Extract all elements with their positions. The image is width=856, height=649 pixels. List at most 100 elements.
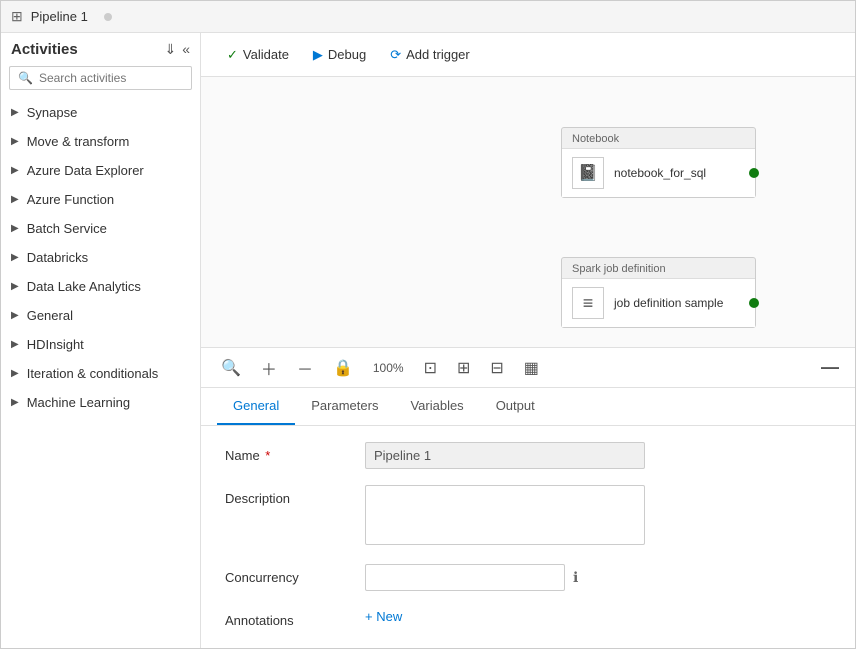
annotations-label: Annotations bbox=[225, 607, 365, 628]
status-dot bbox=[749, 168, 759, 178]
tab-parameters[interactable]: Parameters bbox=[295, 388, 394, 425]
concurrency-input[interactable] bbox=[365, 564, 565, 591]
sidebar-header: Activities ⇓ « bbox=[1, 33, 200, 66]
annotations-row: Annotations + New bbox=[225, 607, 831, 628]
sidebar-item-label: Data Lake Analytics bbox=[27, 279, 141, 294]
sidebar-item-iteration-conditionals[interactable]: ▶ Iteration & conditionals bbox=[1, 359, 200, 388]
description-label: Description bbox=[225, 485, 365, 506]
unsaved-dot bbox=[104, 13, 112, 21]
card-name: job definition sample bbox=[614, 296, 723, 310]
chevron-icon: ▶ bbox=[11, 339, 19, 350]
sidebar: Activities ⇓ « 🔍 ▶ Synapse ▶ Move & tran… bbox=[1, 33, 201, 648]
sidebar-title: Activities bbox=[11, 41, 78, 58]
minimize-icon[interactable]: — bbox=[821, 357, 839, 378]
trigger-icon: ⟳ bbox=[390, 47, 401, 63]
chevron-icon: ▶ bbox=[11, 281, 19, 292]
remove-icon[interactable]: － bbox=[293, 352, 317, 384]
sidebar-item-batch-service[interactable]: ▶ Batch Service bbox=[1, 214, 200, 243]
sidebar-item-machine-learning[interactable]: ▶ Machine Learning bbox=[1, 388, 200, 417]
search-canvas-icon[interactable]: 🔍 bbox=[217, 354, 245, 382]
pipeline-toolbar: ✓ Validate ▶ Debug ⟳ Add trigger bbox=[201, 33, 855, 77]
chevron-icon: ▶ bbox=[11, 368, 19, 379]
card-label: Spark job definition bbox=[562, 258, 755, 278]
status-dot bbox=[749, 298, 759, 308]
add-icon[interactable]: ＋ bbox=[257, 352, 281, 384]
sidebar-item-azure-data-explorer[interactable]: ▶ Azure Data Explorer bbox=[1, 156, 200, 185]
new-annotation-button[interactable]: + New bbox=[365, 607, 402, 626]
sidebar-item-label: Move & transform bbox=[27, 134, 130, 149]
pipeline-title: Pipeline 1 bbox=[31, 9, 88, 24]
name-row: Name * bbox=[225, 442, 831, 469]
pipeline-canvas[interactable]: Notebook 📓 notebook_for_sql Spark job de… bbox=[201, 77, 855, 348]
chevron-icon: ▶ bbox=[11, 107, 19, 118]
name-input-wrapper bbox=[365, 442, 645, 469]
sidebar-item-label: HDInsight bbox=[27, 337, 84, 352]
title-bar: ⊞ Pipeline 1 bbox=[1, 1, 855, 33]
sidebar-item-synapse[interactable]: ▶ Synapse bbox=[1, 98, 200, 127]
required-star: * bbox=[262, 448, 271, 463]
bottom-panel: General Parameters Variables Output Name… bbox=[201, 388, 855, 648]
description-textarea-wrapper bbox=[365, 485, 645, 548]
sidebar-item-label: Azure Function bbox=[27, 192, 114, 207]
search-input[interactable] bbox=[39, 71, 183, 85]
sidebar-item-label: Machine Learning bbox=[27, 395, 130, 410]
tab-variables[interactable]: Variables bbox=[394, 388, 479, 425]
name-input[interactable] bbox=[365, 442, 645, 469]
zoom-fit-icon[interactable]: ⊡ bbox=[420, 354, 441, 382]
notebook-icon: 📓 bbox=[572, 157, 604, 189]
sidebar-item-general[interactable]: ▶ General bbox=[1, 301, 200, 330]
chevron-icon: ▶ bbox=[11, 194, 19, 205]
sidebar-item-hdinsight[interactable]: ▶ HDInsight bbox=[1, 330, 200, 359]
card-name: notebook_for_sql bbox=[614, 166, 706, 180]
layout-icon[interactable]: ⊟ bbox=[486, 354, 507, 382]
canvas-area: ✓ Validate ▶ Debug ⟳ Add trigger Noteboo… bbox=[201, 33, 855, 648]
chevron-icon: ▶ bbox=[11, 136, 19, 147]
activity-list: ▶ Synapse ▶ Move & transform ▶ Azure Dat… bbox=[1, 98, 200, 648]
spark-icon: ≡ bbox=[572, 287, 604, 319]
search-icon: 🔍 bbox=[18, 71, 33, 85]
sidebar-item-label: Synapse bbox=[27, 105, 78, 120]
card-body: ≡ job definition sample bbox=[562, 278, 755, 327]
tab-general[interactable]: General bbox=[217, 388, 295, 425]
search-box[interactable]: 🔍 bbox=[9, 66, 192, 90]
panel-content: Name * Description bbox=[201, 426, 855, 648]
description-row: Description bbox=[225, 485, 831, 548]
fit-icon[interactable]: 100% bbox=[369, 357, 408, 379]
canvas-toolbar: 🔍 ＋ － 🔒 100% ⊡ ⊞ ⊟ ▦ — bbox=[201, 348, 855, 388]
sidebar-item-databricks[interactable]: ▶ Databricks bbox=[1, 243, 200, 272]
debug-icon: ▶ bbox=[313, 47, 323, 63]
grid-icon[interactable]: ▦ bbox=[520, 354, 543, 382]
chevron-icon: ▶ bbox=[11, 310, 19, 321]
debug-button[interactable]: ▶ Debug bbox=[303, 42, 376, 68]
sidebar-item-azure-function[interactable]: ▶ Azure Function bbox=[1, 185, 200, 214]
collapse-icon[interactable]: « bbox=[182, 41, 190, 58]
spark-card[interactable]: Spark job definition ≡ job definition sa… bbox=[561, 257, 756, 328]
sidebar-controls[interactable]: ⇓ « bbox=[164, 41, 190, 58]
add-trigger-button[interactable]: ⟳ Add trigger bbox=[380, 42, 480, 68]
concurrency-row: Concurrency ℹ bbox=[225, 564, 831, 591]
lock-icon[interactable]: 🔒 bbox=[329, 354, 357, 382]
validate-button[interactable]: ✓ Validate bbox=[217, 42, 299, 68]
chevron-icon: ▶ bbox=[11, 252, 19, 263]
sidebar-item-label: General bbox=[27, 308, 73, 323]
pipeline-icon: ⊞ bbox=[11, 8, 23, 25]
info-icon: ℹ bbox=[573, 569, 578, 586]
sidebar-item-label: Iteration & conditionals bbox=[27, 366, 159, 381]
select-icon[interactable]: ⊞ bbox=[453, 354, 474, 382]
chevron-icon: ▶ bbox=[11, 165, 19, 176]
sidebar-item-label: Batch Service bbox=[27, 221, 107, 236]
sidebar-item-move-transform[interactable]: ▶ Move & transform bbox=[1, 127, 200, 156]
card-body: 📓 notebook_for_sql bbox=[562, 148, 755, 197]
sidebar-item-label: Databricks bbox=[27, 250, 88, 265]
tab-output[interactable]: Output bbox=[480, 388, 551, 425]
filter-icon[interactable]: ⇓ bbox=[164, 41, 176, 58]
notebook-card[interactable]: Notebook 📓 notebook_for_sql bbox=[561, 127, 756, 198]
sidebar-item-data-lake-analytics[interactable]: ▶ Data Lake Analytics bbox=[1, 272, 200, 301]
chevron-icon: ▶ bbox=[11, 397, 19, 408]
sidebar-item-label: Azure Data Explorer bbox=[27, 163, 144, 178]
card-label: Notebook bbox=[562, 128, 755, 148]
panel-tabs: General Parameters Variables Output bbox=[201, 388, 855, 426]
chevron-icon: ▶ bbox=[11, 223, 19, 234]
concurrency-label: Concurrency bbox=[225, 564, 365, 585]
description-textarea[interactable] bbox=[365, 485, 645, 545]
